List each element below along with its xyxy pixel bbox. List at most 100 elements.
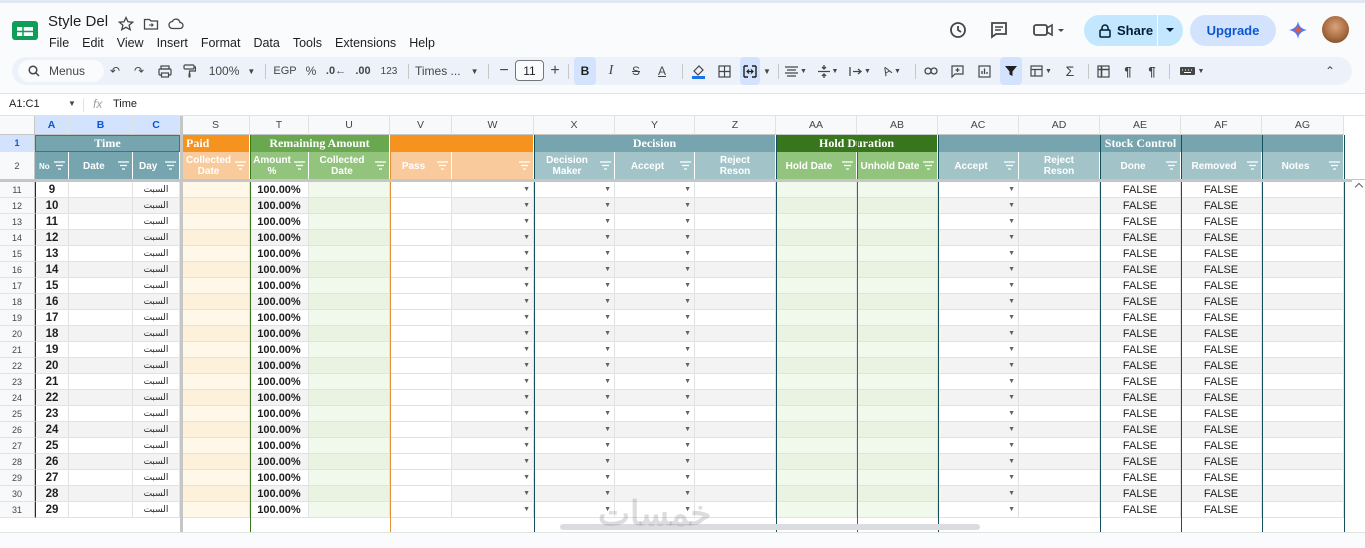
column-header[interactable]: C <box>133 116 180 135</box>
column-header[interactable]: Z <box>695 116 776 135</box>
dropdown-arrow-icon[interactable]: ▼ <box>604 442 611 449</box>
table-cell[interactable] <box>182 294 250 310</box>
chevron-down-icon[interactable]: ▼ <box>68 99 76 108</box>
cell-date[interactable] <box>69 326 133 342</box>
cell-date[interactable] <box>69 502 133 518</box>
dropdown-arrow-icon[interactable]: ▼ <box>1008 218 1015 225</box>
cell-date[interactable] <box>69 294 133 310</box>
cell-day[interactable]: السبت <box>133 278 180 294</box>
header-hold-date[interactable]: Hold Date <box>776 152 857 180</box>
cell-amount[interactable]: 100.00% <box>250 390 309 406</box>
dropdown-arrow-icon[interactable]: ▼ <box>684 218 691 225</box>
dropdown-arrow-icon[interactable]: ▼ <box>684 282 691 289</box>
percent-format-button[interactable]: % <box>302 57 320 85</box>
table-cell[interactable] <box>390 310 452 326</box>
cell-removed[interactable]: FALSE <box>1181 454 1262 470</box>
horizontal-align-icon[interactable]: ▼ <box>782 57 810 85</box>
cell-amount[interactable]: 100.00% <box>250 374 309 390</box>
filter-icon[interactable] <box>118 161 129 170</box>
table-cell[interactable] <box>390 294 452 310</box>
font-size-input[interactable]: 11 <box>515 60 544 81</box>
dropdown-cell[interactable]: ▼ <box>534 406 615 422</box>
vertical-scrollbar[interactable] <box>1352 180 1365 532</box>
table-cell[interactable] <box>857 342 938 358</box>
cell-done[interactable]: FALSE <box>1100 310 1181 326</box>
strikethrough-button[interactable]: S <box>626 57 646 85</box>
dropdown-arrow-icon[interactable]: ▼ <box>604 266 611 273</box>
star-icon[interactable] <box>118 16 134 32</box>
table-cell[interactable] <box>857 214 938 230</box>
table-cell[interactable] <box>1019 502 1100 518</box>
table-cell[interactable] <box>776 230 857 246</box>
dropdown-cell[interactable]: ▼ <box>938 214 1019 230</box>
filter-icon[interactable] <box>519 161 530 170</box>
dropdown-cell[interactable]: ▼ <box>938 422 1019 438</box>
table-cell[interactable] <box>857 502 938 518</box>
dropdown-arrow-icon[interactable]: ▼ <box>523 202 530 209</box>
insert-comment-icon[interactable] <box>947 57 967 85</box>
dropdown-cell[interactable]: ▼ <box>615 230 695 246</box>
cell-no[interactable]: 24 <box>35 422 69 438</box>
cell-date[interactable] <box>69 310 133 326</box>
dropdown-arrow-icon[interactable]: ▼ <box>1008 282 1015 289</box>
cell-notes[interactable] <box>1262 454 1344 470</box>
cell-no[interactable]: 23 <box>35 406 69 422</box>
cell-no[interactable]: 17 <box>35 310 69 326</box>
dropdown-arrow-icon[interactable]: ▼ <box>684 378 691 385</box>
cell-amount[interactable]: 100.00% <box>250 502 309 518</box>
cell-no[interactable]: 28 <box>35 486 69 502</box>
row-header[interactable]: 19 <box>0 310 35 326</box>
table-cell[interactable] <box>1019 326 1100 342</box>
cell-day[interactable]: السبت <box>133 374 180 390</box>
cell-removed[interactable]: FALSE <box>1181 326 1262 342</box>
dropdown-arrow-icon[interactable]: ▼ <box>684 442 691 449</box>
table-cell[interactable] <box>1019 278 1100 294</box>
insert-link-icon[interactable] <box>921 57 941 85</box>
font-family-select[interactable]: Times ... ▼ <box>415 57 481 85</box>
dropdown-cell[interactable]: ▼ <box>452 214 534 230</box>
table-cell[interactable] <box>390 278 452 294</box>
table-cell[interactable] <box>390 422 452 438</box>
dropdown-arrow-icon[interactable]: ▼ <box>684 410 691 417</box>
dropdown-cell[interactable]: ▼ <box>452 406 534 422</box>
table-cell[interactable] <box>695 262 776 278</box>
dropdown-cell[interactable]: ▼ <box>452 326 534 342</box>
cell-day[interactable]: السبت <box>133 422 180 438</box>
dropdown-arrow-icon[interactable]: ▼ <box>523 186 530 193</box>
table-cell[interactable] <box>309 310 390 326</box>
cell-done[interactable]: FALSE <box>1100 342 1181 358</box>
cell-amount[interactable]: 100.00% <box>250 438 309 454</box>
dropdown-arrow-icon[interactable]: ▼ <box>1008 394 1015 401</box>
menu-view[interactable]: View <box>117 36 150 50</box>
column-header[interactable]: AF <box>1181 116 1262 135</box>
dropdown-cell[interactable]: ▼ <box>615 390 695 406</box>
table-cell[interactable] <box>1019 246 1100 262</box>
cell-day[interactable]: السبت <box>133 486 180 502</box>
dropdown-cell[interactable]: ▼ <box>615 214 695 230</box>
header-accept-ac[interactable]: Accept <box>938 152 1019 180</box>
filter-icon[interactable] <box>842 161 853 170</box>
chevron-down-icon[interactable] <box>1165 27 1175 34</box>
functions-icon[interactable]: Σ <box>1060 57 1080 85</box>
header-collected-date-s[interactable]: Collected Date <box>182 152 250 180</box>
borders-icon[interactable] <box>714 57 734 85</box>
table-cell[interactable] <box>1019 406 1100 422</box>
row-header[interactable]: 1 <box>0 135 35 152</box>
zoom-select[interactable]: 100% ▼ <box>206 57 258 85</box>
table-cell[interactable] <box>1019 294 1100 310</box>
table-cell[interactable] <box>857 246 938 262</box>
table-cell[interactable] <box>309 406 390 422</box>
cell-date[interactable] <box>69 342 133 358</box>
header-reject-reson-z[interactable]: Reject Reson <box>695 152 776 180</box>
table-cell[interactable] <box>390 454 452 470</box>
group-header-pass[interactable] <box>390 135 534 152</box>
dropdown-cell[interactable]: ▼ <box>534 390 615 406</box>
cell-no[interactable]: 21 <box>35 374 69 390</box>
cloud-status-icon[interactable] <box>168 16 184 32</box>
table-cell[interactable] <box>1019 438 1100 454</box>
dropdown-arrow-icon[interactable]: ▼ <box>523 234 530 241</box>
cell-notes[interactable] <box>1262 326 1344 342</box>
header-pass[interactable]: Pass <box>390 152 452 180</box>
dropdown-cell[interactable]: ▼ <box>452 422 534 438</box>
table-cell[interactable] <box>776 342 857 358</box>
